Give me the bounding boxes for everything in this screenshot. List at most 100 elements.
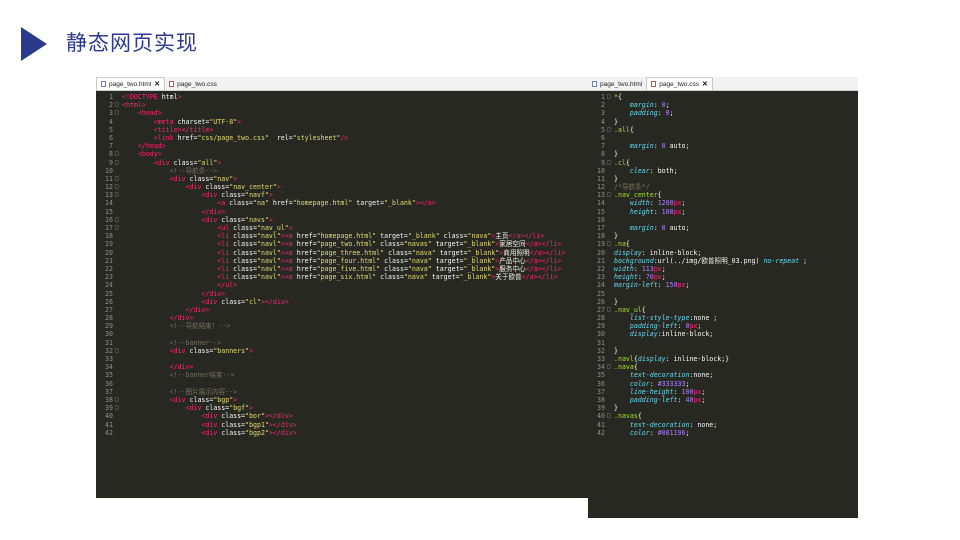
code-line[interactable]: 39}: [588, 404, 858, 412]
code-line[interactable]: 14 width: 1200px;: [588, 199, 858, 207]
code-line[interactable]: 11 □ <div class="nav">: [96, 175, 588, 183]
code-line[interactable]: 17 margin: 0 auto;: [588, 224, 858, 232]
code-line[interactable]: 27 □ .nav_ul{: [588, 306, 858, 314]
fold-marker-icon[interactable]: □: [607, 159, 614, 167]
code-line[interactable]: 34 □ .nava{: [588, 363, 858, 371]
code-line[interactable]: 24 margin-left: 150px;: [588, 281, 858, 289]
fold-marker-icon[interactable]: □: [115, 159, 122, 167]
tab-page-two-css[interactable]: page_two.css: [165, 78, 221, 90]
code-line[interactable]: 25: [588, 290, 858, 298]
code-line[interactable]: 3 padding: 0;: [588, 109, 858, 117]
code-line[interactable]: 8 □ <body>: [96, 150, 588, 158]
code-line[interactable]: 26 <div class="cl"></div>: [96, 298, 588, 306]
code-line[interactable]: 38 □ <div class="bgp">: [96, 396, 588, 404]
code-line[interactable]: 12 /*导航条*/: [588, 183, 858, 191]
code-line[interactable]: 24 </ul>: [96, 281, 588, 289]
code-line[interactable]: 14 <a class="na" href="homepage.html" ta…: [96, 199, 588, 207]
fold-marker-icon[interactable]: □: [607, 412, 614, 420]
code-line[interactable]: 16: [588, 216, 858, 224]
code-line[interactable]: 42 <div class="bgp2"></div>: [96, 429, 588, 437]
code-line[interactable]: 10 clear: both;: [588, 167, 858, 175]
code-line[interactable]: 6 <link href="css/page_two.css" rel="sty…: [96, 134, 588, 142]
fold-marker-icon[interactable]: □: [115, 216, 122, 224]
code-line[interactable]: 41 text-decoration: none;: [588, 421, 858, 429]
code-line[interactable]: 22 width: 113px;: [588, 265, 858, 273]
code-line[interactable]: 20 display: inline-block;: [588, 249, 858, 257]
code-line[interactable]: 35 <!--banner结束-->: [96, 371, 588, 379]
fold-marker-icon[interactable]: □: [115, 404, 122, 412]
code-line[interactable]: 36: [96, 380, 588, 388]
fold-marker-icon[interactable]: □: [115, 109, 122, 117]
code-line[interactable]: 27 </div>: [96, 306, 588, 314]
code-line[interactable]: 8}: [588, 150, 858, 158]
code-line[interactable]: 37 line-height: 100px;: [588, 388, 858, 396]
code-line[interactable]: 23 height: 70px;: [588, 273, 858, 281]
code-line[interactable]: 13 □ .nav_center{: [588, 191, 858, 199]
code-line[interactable]: 17 □ <ul class="nav_ul">: [96, 224, 588, 232]
code-line[interactable]: 9 □ <div class="all">: [96, 159, 588, 167]
tab-page-two-css[interactable]: page_two.css ✕: [646, 77, 713, 90]
css-code-area[interactable]: 1 □ *{2 margin: 0; 3 padding: 0; 4} 5 □ .all{6 7…: [588, 91, 858, 437]
code-line[interactable]: 11}: [588, 175, 858, 183]
code-line[interactable]: 13 □ <div class="navf">: [96, 191, 588, 199]
code-line[interactable]: 38 padding-left: 40px;: [588, 396, 858, 404]
code-line[interactable]: 40 <div class="bor"></div>: [96, 412, 588, 420]
code-line[interactable]: 42 color: #001196;: [588, 429, 858, 437]
code-line[interactable]: 12 □ <div class="nav_center">: [96, 183, 588, 191]
code-line[interactable]: 26}: [588, 298, 858, 306]
code-line[interactable]: 39 □ <div class="bgf">: [96, 404, 588, 412]
code-line[interactable]: 29 <!--导航结束！-->: [96, 322, 588, 330]
code-line[interactable]: 33 .navl{display: inline-block;}: [588, 355, 858, 363]
code-line[interactable]: 15 </div>: [96, 208, 588, 216]
code-line[interactable]: 18}: [588, 232, 858, 240]
fold-marker-icon[interactable]: □: [115, 183, 122, 191]
code-line[interactable]: 22 <li class="navl"><a href="page_five.h…: [96, 265, 588, 273]
code-line[interactable]: 19 □ .na{: [588, 240, 858, 248]
code-line[interactable]: 5 □ .all{: [588, 126, 858, 134]
code-line[interactable]: 10 <!--导航条-->: [96, 167, 588, 175]
code-line[interactable]: 3 □ <head>: [96, 109, 588, 117]
code-line[interactable]: 30 display:inline-block;: [588, 330, 858, 338]
code-line[interactable]: 41 <div class="bgp1"></div>: [96, 421, 588, 429]
code-line[interactable]: 32 □ <div class="banners">: [96, 347, 588, 355]
code-line[interactable]: 9 □ .cl{: [588, 159, 858, 167]
code-line[interactable]: 19 <li class="navl"><a href="page_two.ht…: [96, 240, 588, 248]
code-line[interactable]: 4 <meta charset="UTF-8">: [96, 118, 588, 126]
fold-marker-icon[interactable]: □: [115, 347, 122, 355]
code-line[interactable]: 2 □ <html>: [96, 101, 588, 109]
fold-marker-icon[interactable]: □: [607, 363, 614, 371]
code-line[interactable]: 1 □ *{: [588, 93, 858, 101]
fold-marker-icon[interactable]: □: [115, 191, 122, 199]
fold-marker-icon[interactable]: □: [115, 175, 122, 183]
code-line[interactable]: 29 padding-left: 0px;: [588, 322, 858, 330]
fold-marker-icon[interactable]: □: [607, 126, 614, 134]
code-line[interactable]: 31 <!--banner-->: [96, 339, 588, 347]
code-line[interactable]: 5 <title></title>: [96, 126, 588, 134]
code-line[interactable]: 21 <li class="navl"><a href="page_four.h…: [96, 257, 588, 265]
code-line[interactable]: 32}: [588, 347, 858, 355]
code-line[interactable]: 21 background:url(../img/欧普照明_03.png) no-…: [588, 257, 858, 265]
code-line[interactable]: 7 </head>: [96, 142, 588, 150]
code-line[interactable]: 4}: [588, 118, 858, 126]
tab-page-two-html[interactable]: page_two.html: [588, 78, 646, 90]
fold-marker-icon[interactable]: □: [607, 240, 614, 248]
code-line[interactable]: 7 margin: 0 auto;: [588, 142, 858, 150]
close-icon[interactable]: ✕: [154, 81, 160, 88]
fold-marker-icon[interactable]: □: [115, 150, 122, 158]
fold-marker-icon[interactable]: □: [607, 93, 614, 101]
tab-page-two-html[interactable]: page_two.html ✕: [96, 77, 166, 90]
code-line[interactable]: 1 <!DOCTYPE html>: [96, 93, 588, 101]
fold-marker-icon[interactable]: □: [115, 396, 122, 404]
code-line[interactable]: 23 <li class="navl"><a href="page_six.ht…: [96, 273, 588, 281]
code-line[interactable]: 25 </div>: [96, 290, 588, 298]
code-line[interactable]: 28 list-style-type:none ;: [588, 314, 858, 322]
code-line[interactable]: 2 margin: 0;: [588, 101, 858, 109]
fold-marker-icon[interactable]: □: [607, 306, 614, 314]
code-line[interactable]: 40 □ .navas{: [588, 412, 858, 420]
code-line[interactable]: 33: [96, 355, 588, 363]
code-line[interactable]: 37 <!--图片展示内容-->: [96, 388, 588, 396]
code-line[interactable]: 36 color: #333333;: [588, 380, 858, 388]
code-line[interactable]: 15 height: 100px;: [588, 208, 858, 216]
code-line[interactable]: 30: [96, 330, 588, 338]
code-line[interactable]: 20 <li class="navl"><a href="page_three.…: [96, 249, 588, 257]
